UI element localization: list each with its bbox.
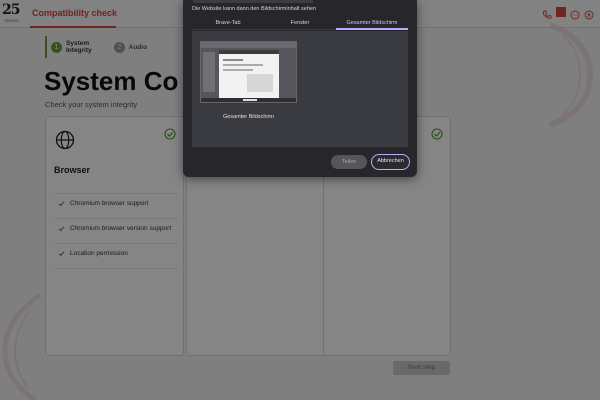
share-button[interactable]: Teilen bbox=[331, 155, 367, 169]
screen-thumbnail[interactable] bbox=[200, 41, 297, 103]
screen-picker-pane: Gesamter Bildschirm bbox=[192, 31, 408, 147]
share-tabs: Brave-Tab Fenster Gesamter Bildschirm bbox=[192, 18, 408, 30]
dialog-title-clipped bbox=[193, 0, 313, 3]
screen-thumbnail-label: Gesamter Bildschirm bbox=[222, 114, 275, 120]
dialog-message: Die Website kann dann den Bildschirminha… bbox=[192, 6, 317, 12]
tab-entire-screen[interactable]: Gesamter Bildschirm bbox=[336, 18, 408, 30]
screen-share-dialog: Die Website kann dann den Bildschirminha… bbox=[183, 0, 417, 177]
cancel-button[interactable]: Abbrechen bbox=[371, 154, 410, 170]
tab-window[interactable]: Fenster bbox=[264, 18, 336, 30]
tab-brave-tab[interactable]: Brave-Tab bbox=[192, 18, 264, 30]
